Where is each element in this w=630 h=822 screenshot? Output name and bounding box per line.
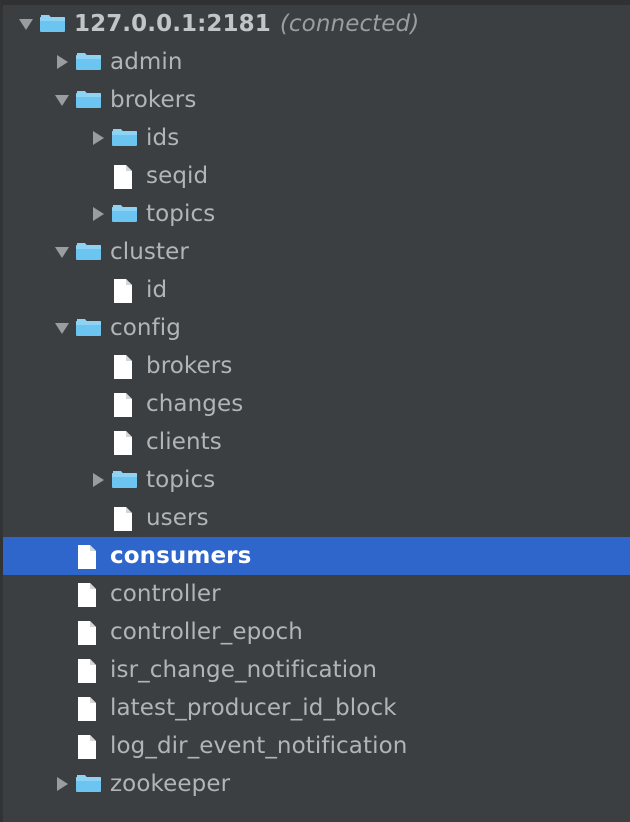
- tree-row[interactable]: isr_change_notification: [3, 651, 630, 689]
- chevron-right-icon[interactable]: [86, 119, 112, 157]
- chevron-right-icon[interactable]: [86, 461, 112, 499]
- chevron-right-icon[interactable]: [50, 765, 76, 803]
- tree-row[interactable]: topics: [3, 195, 630, 233]
- tree-row[interactable]: brokers: [3, 81, 630, 119]
- tree-item-label: users: [146, 504, 209, 531]
- tree-item-label: controller_epoch: [110, 618, 303, 645]
- tree-row[interactable]: ids: [3, 119, 630, 157]
- tree-item-label: id: [146, 276, 168, 303]
- tree-item-label: cluster: [110, 238, 189, 265]
- tree-row[interactable]: log_dir_event_notification: [3, 727, 630, 765]
- tree-item-status: (connected): [279, 10, 420, 37]
- tree-row[interactable]: seqid: [3, 157, 630, 195]
- file-icon: [112, 354, 138, 379]
- tree-row[interactable]: controller: [3, 575, 630, 613]
- folder-icon: [76, 316, 102, 340]
- file-icon: [76, 696, 102, 721]
- tree-item-label: 127.0.0.1:2181: [74, 10, 271, 37]
- chevron-down-icon[interactable]: [50, 81, 76, 119]
- tree-item-label: controller: [110, 580, 221, 607]
- tree-row[interactable]: 127.0.0.1:2181 (connected): [3, 5, 630, 43]
- tree-row[interactable]: controller_epoch: [3, 613, 630, 651]
- chevron-down-icon[interactable]: [50, 309, 76, 347]
- tree-row[interactable]: admin: [3, 43, 630, 81]
- tree-row[interactable]: clients: [3, 423, 630, 461]
- tree-item-label: ids: [146, 124, 180, 151]
- tree-row[interactable]: latest_producer_id_block: [3, 689, 630, 727]
- folder-icon: [40, 12, 66, 36]
- tree-row[interactable]: cluster: [3, 233, 630, 271]
- folder-icon: [76, 240, 102, 264]
- folder-icon: [76, 772, 102, 796]
- folder-icon: [112, 126, 138, 150]
- file-icon: [112, 164, 138, 189]
- chevron-down-icon[interactable]: [50, 233, 76, 271]
- tree-row[interactable]: topics: [3, 461, 630, 499]
- tree-item-label: consumers: [110, 542, 252, 569]
- tree-row[interactable]: brokers: [3, 347, 630, 385]
- tree-item-label: log_dir_event_notification: [110, 732, 408, 759]
- file-icon: [112, 278, 138, 303]
- tree-item-label: config: [110, 314, 181, 341]
- folder-icon: [112, 468, 138, 492]
- folder-icon: [76, 88, 102, 112]
- folder-icon: [112, 202, 138, 226]
- tree-row[interactable]: users: [3, 499, 630, 537]
- tree-item-label: admin: [110, 48, 183, 75]
- tree-item-label: clients: [146, 428, 222, 455]
- chevron-down-icon[interactable]: [14, 5, 40, 43]
- tree-row[interactable]: id: [3, 271, 630, 309]
- tree-row[interactable]: zookeeper: [3, 765, 630, 803]
- tree-item-label: seqid: [146, 162, 209, 189]
- tree-item-label: topics: [146, 466, 216, 493]
- file-icon: [76, 582, 102, 607]
- tree-row[interactable]: config: [3, 309, 630, 347]
- file-icon: [76, 658, 102, 683]
- tree-item-label: topics: [146, 200, 216, 227]
- zookeeper-node-tree[interactable]: 127.0.0.1:2181 (connected) admin brokers ids…: [0, 0, 630, 822]
- file-icon: [112, 392, 138, 417]
- file-icon: [76, 734, 102, 759]
- file-icon: [76, 544, 102, 569]
- tree-item-label: isr_change_notification: [110, 656, 378, 683]
- file-icon: [76, 620, 102, 645]
- chevron-right-icon[interactable]: [86, 195, 112, 233]
- tree-row[interactable]: consumers: [3, 537, 630, 575]
- tree-row[interactable]: changes: [3, 385, 630, 423]
- folder-icon: [76, 50, 102, 74]
- tree-item-label: zookeeper: [110, 770, 231, 797]
- tree-item-label: latest_producer_id_block: [110, 694, 397, 721]
- file-icon: [112, 430, 138, 455]
- chevron-right-icon[interactable]: [50, 43, 76, 81]
- tree-item-label: changes: [146, 390, 244, 417]
- file-icon: [112, 506, 138, 531]
- tree-item-label: brokers: [110, 86, 197, 113]
- tree-item-label: brokers: [146, 352, 233, 379]
